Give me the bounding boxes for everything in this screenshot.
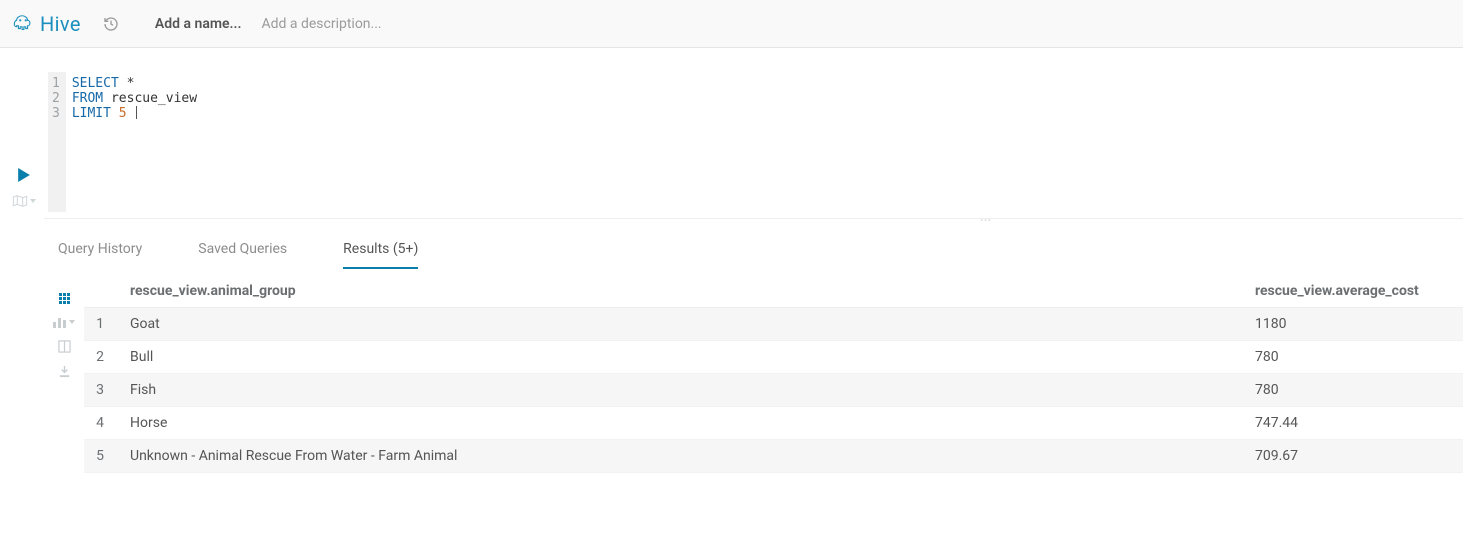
code-area[interactable]: SELECT * FROM rescue_view LIMIT 5	[66, 72, 203, 212]
tab-saved-queries[interactable]: Saved Queries	[198, 241, 287, 269]
text-cursor	[136, 106, 137, 119]
main-column: 1 2 3 SELECT * FROM rescue_view LIMIT 5 …	[44, 48, 1463, 473]
results-pane: rescue_view.animal_group rescue_view.ave…	[44, 275, 1463, 473]
query-description-input[interactable]: Add a description...	[261, 16, 381, 32]
table-header-row: rescue_view.animal_group rescue_view.ave…	[84, 275, 1463, 308]
grid-icon	[59, 293, 70, 304]
line-number-gutter: 1 2 3	[48, 72, 66, 212]
tab-results[interactable]: Results (5+)	[343, 241, 418, 269]
body: 1 2 3 SELECT * FROM rescue_view LIMIT 5 …	[0, 48, 1463, 473]
results-table: rescue_view.animal_group rescue_view.ave…	[84, 275, 1463, 473]
tab-query-history[interactable]: Query History	[58, 241, 142, 269]
sql-editor[interactable]: 1 2 3 SELECT * FROM rescue_view LIMIT 5	[44, 72, 1463, 212]
table-row[interactable]: 4 Horse 747.44	[84, 407, 1463, 440]
hive-elephant-icon	[12, 13, 34, 35]
column-header-animal-group[interactable]: rescue_view.animal_group	[118, 275, 1243, 308]
chevron-down-icon	[30, 199, 36, 203]
results-view-toolbar	[44, 275, 84, 473]
table-row[interactable]: 3 Fish 780	[84, 374, 1463, 407]
query-name-input[interactable]: Add a name...	[155, 16, 242, 32]
drag-handle-icon[interactable]: •••	[981, 216, 992, 225]
grid-view-button[interactable]	[59, 293, 70, 304]
row-number-header[interactable]	[84, 275, 118, 308]
editor-gutter-toolbar	[4, 48, 44, 473]
engine-selector[interactable]: Hive	[12, 12, 81, 36]
column-header-average-cost[interactable]: rescue_view.average_cost	[1243, 275, 1463, 308]
download-button[interactable]	[58, 365, 71, 378]
run-button[interactable]	[17, 168, 31, 186]
top-bar: Hive Add a name... Add a description...	[0, 0, 1463, 48]
table-row[interactable]: 2 Bull 780	[84, 341, 1463, 374]
history-icon[interactable]	[103, 16, 119, 32]
engine-name: Hive	[40, 12, 81, 36]
table-row[interactable]: 1 Goat 1180	[84, 308, 1463, 341]
editor-results-divider[interactable]: •••	[44, 218, 1463, 219]
columns-button[interactable]	[58, 340, 71, 353]
chevron-down-icon	[69, 320, 75, 324]
explain-button[interactable]	[12, 194, 36, 208]
results-tabs: Query History Saved Queries Results (5+)	[44, 219, 1463, 269]
table-row[interactable]: 5 Unknown - Animal Rescue From Water - F…	[84, 440, 1463, 473]
chart-view-button[interactable]	[53, 316, 75, 328]
